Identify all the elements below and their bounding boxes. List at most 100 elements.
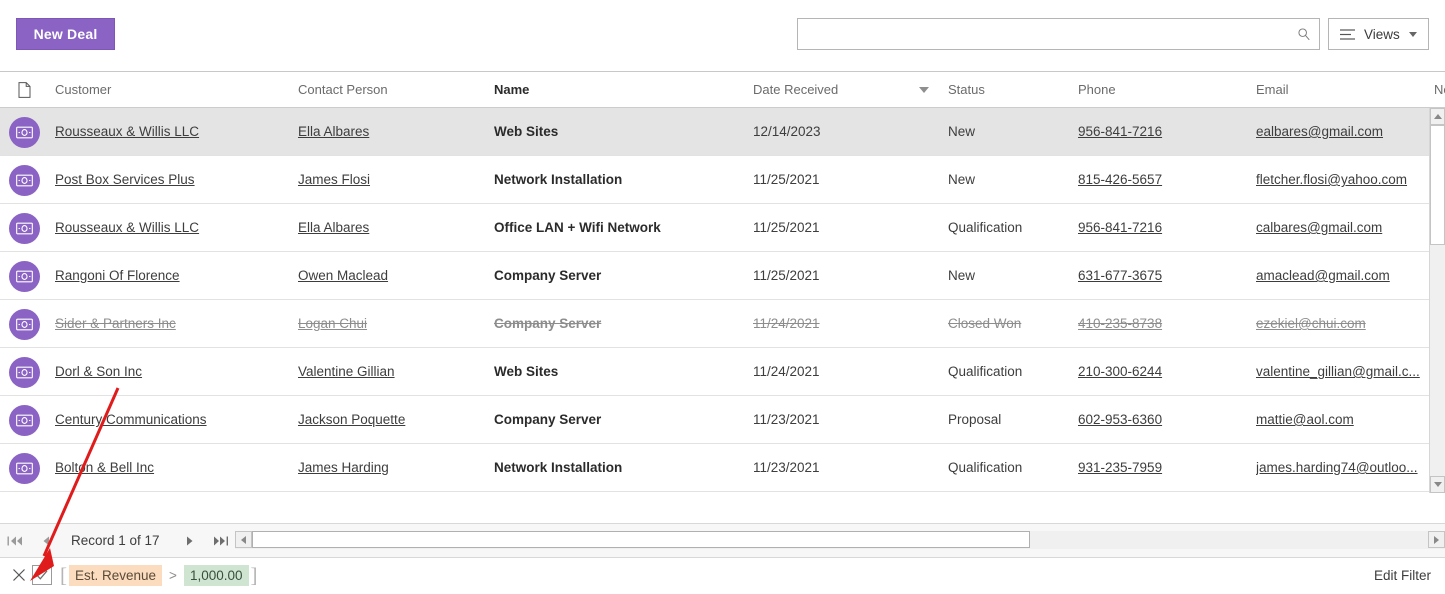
search-box[interactable] [797, 18, 1320, 50]
cell-customer[interactable]: Dorl & Son Inc [55, 348, 293, 395]
cell-name: Network Installation [494, 460, 623, 475]
cell-contact-person[interactable]: Ella Albares [298, 204, 488, 251]
cell-name: Company Server [494, 268, 602, 283]
cell-name: Company Server [494, 412, 602, 427]
caret-up-icon [1433, 114, 1442, 119]
column-header-contact-person[interactable]: Contact Person [298, 72, 488, 107]
table-row[interactable]: Century Communications Jackson Poquette Co… [0, 396, 1429, 444]
cell-customer[interactable]: Sider & Partners Inc [55, 300, 293, 347]
column-header-phone[interactable]: Phone [1078, 72, 1248, 107]
cell-contact-person[interactable]: James Flosi [298, 156, 488, 203]
cell-contact-person[interactable]: Logan Chui [298, 300, 488, 347]
cell-email[interactable]: ealbares@gmail.com [1256, 108, 1424, 155]
column-header-status[interactable]: Status [948, 72, 1068, 107]
cell-contact-person[interactable]: Jackson Poquette [298, 396, 488, 443]
cell-email[interactable]: james.harding74@outloo... [1256, 444, 1424, 491]
cell-customer[interactable]: Rangoni Of Florence [55, 252, 293, 299]
cell-customer[interactable]: Rousseaux & Willis LLC [55, 108, 293, 155]
cell-status: Proposal [948, 412, 1002, 427]
cell-phone[interactable]: 410-235-8738 [1078, 300, 1248, 347]
horizontal-scrollbar-thumb[interactable] [252, 531, 1030, 548]
cell-phone[interactable]: 956-841-7216 [1078, 204, 1248, 251]
cell-customer[interactable]: Rousseaux & Willis LLC [55, 204, 293, 251]
cell-email[interactable]: ezekiel@chui.com [1256, 300, 1424, 347]
money-icon [16, 414, 33, 427]
table-row[interactable]: Dorl & Son Inc Valentine Gillian Web Sites… [0, 348, 1429, 396]
deal-money-icon[interactable] [9, 213, 40, 244]
scroll-down-button[interactable] [1430, 476, 1445, 493]
deal-money-icon[interactable] [9, 453, 40, 484]
caret-down-icon [1433, 482, 1442, 487]
cell-phone[interactable]: 602-953-6360 [1078, 396, 1248, 443]
last-record-button[interactable] [213, 533, 229, 549]
column-header-customer[interactable]: Customer [55, 72, 293, 107]
cell-date-received: 11/25/2021 [753, 268, 820, 283]
vertical-scrollbar[interactable] [1429, 108, 1445, 493]
cell-phone[interactable]: 815-426-5657 [1078, 156, 1248, 203]
previous-record-button[interactable] [42, 533, 50, 549]
cell-contact-person[interactable]: Owen Maclead [298, 252, 488, 299]
grid-body: Rousseaux & Willis LLC Ella Albares Web Si… [0, 108, 1429, 493]
cell-email[interactable]: fletcher.flosi@yahoo.com [1256, 156, 1424, 203]
cell-phone[interactable]: 631-677-3675 [1078, 252, 1248, 299]
filter-field-label[interactable]: Est. Revenue [69, 565, 163, 586]
column-header-email[interactable]: Email [1256, 72, 1424, 107]
scroll-right-button[interactable] [1428, 531, 1445, 548]
cell-name: Web Sites [494, 124, 559, 139]
cell-contact-person[interactable]: James Harding [298, 444, 488, 491]
search-icon [1298, 28, 1310, 41]
cell-phone[interactable]: 931-235-7959 [1078, 444, 1248, 491]
vertical-scrollbar-thumb[interactable] [1430, 125, 1445, 245]
column-header-name[interactable]: Name [494, 72, 744, 107]
cell-status: Qualification [948, 460, 1023, 475]
deal-money-icon[interactable] [9, 357, 40, 388]
views-button[interactable]: Views [1328, 18, 1429, 50]
cell-customer[interactable]: Bolton & Bell Inc [55, 444, 293, 491]
table-row[interactable]: Sider & Partners Inc Logan Chui Company Se… [0, 300, 1429, 348]
filter-value-label[interactable]: 1,000.00 [183, 565, 249, 586]
cell-date-received: 12/14/2023 [753, 124, 821, 139]
cell-customer[interactable]: Century Communications [55, 396, 293, 443]
new-deal-button[interactable]: New Deal [16, 18, 115, 50]
filter-enabled-checkbox[interactable] [32, 565, 52, 585]
next-record-button[interactable] [186, 533, 194, 549]
filter-operator-label[interactable]: > [164, 568, 182, 583]
money-icon [16, 366, 33, 379]
bracket-left: [ [60, 563, 67, 587]
scroll-up-button[interactable] [1430, 108, 1445, 125]
table-row[interactable]: Rousseaux & Willis LLC Ella Albares Office… [0, 204, 1429, 252]
checkmark-icon [36, 570, 48, 580]
horizontal-scrollbar[interactable] [235, 531, 1445, 549]
cell-phone[interactable]: 210-300-6244 [1078, 348, 1248, 395]
deal-money-icon[interactable] [9, 117, 40, 148]
table-row[interactable]: Rangoni Of Florence Owen Maclead Company S… [0, 252, 1429, 300]
deal-money-icon[interactable] [9, 165, 40, 196]
deal-money-icon[interactable] [9, 405, 40, 436]
cell-name: Company Server [494, 316, 602, 331]
cell-contact-person[interactable]: Valentine Gillian [298, 348, 488, 395]
table-row[interactable]: Post Box Services Plus James Flosi Network… [0, 156, 1429, 204]
sort-descending-icon[interactable] [919, 87, 929, 93]
edit-filter-link[interactable]: Edit Filter [1374, 558, 1431, 594]
cell-email[interactable]: mattie@aol.com [1256, 396, 1424, 443]
cell-contact-person[interactable]: Ella Albares [298, 108, 488, 155]
deal-money-icon[interactable] [9, 309, 40, 340]
search-input[interactable] [798, 19, 1290, 49]
table-row[interactable]: Bolton & Bell Inc James Harding Network In… [0, 444, 1429, 492]
close-icon[interactable] [11, 567, 27, 583]
money-icon [16, 462, 33, 475]
filter-condition-pill[interactable]: [ Est. Revenue > 1,000.00 ] [60, 564, 258, 587]
cell-date-received: 11/23/2021 [753, 460, 820, 475]
table-row[interactable]: Rousseaux & Willis LLC Ella Albares Web Si… [0, 108, 1429, 156]
column-header-next[interactable]: Ne [1434, 72, 1445, 107]
cell-email[interactable]: calbares@gmail.com [1256, 204, 1424, 251]
column-header-date-received[interactable]: Date Received [753, 72, 933, 107]
cell-phone[interactable]: 956-841-7216 [1078, 108, 1248, 155]
cell-customer[interactable]: Post Box Services Plus [55, 156, 293, 203]
scroll-left-button[interactable] [235, 531, 252, 548]
document-icon [18, 82, 31, 98]
first-record-button[interactable] [7, 533, 23, 549]
cell-email[interactable]: valentine_gillian@gmail.c... [1256, 348, 1424, 395]
deal-money-icon[interactable] [9, 261, 40, 292]
cell-email[interactable]: amaclead@gmail.com [1256, 252, 1424, 299]
